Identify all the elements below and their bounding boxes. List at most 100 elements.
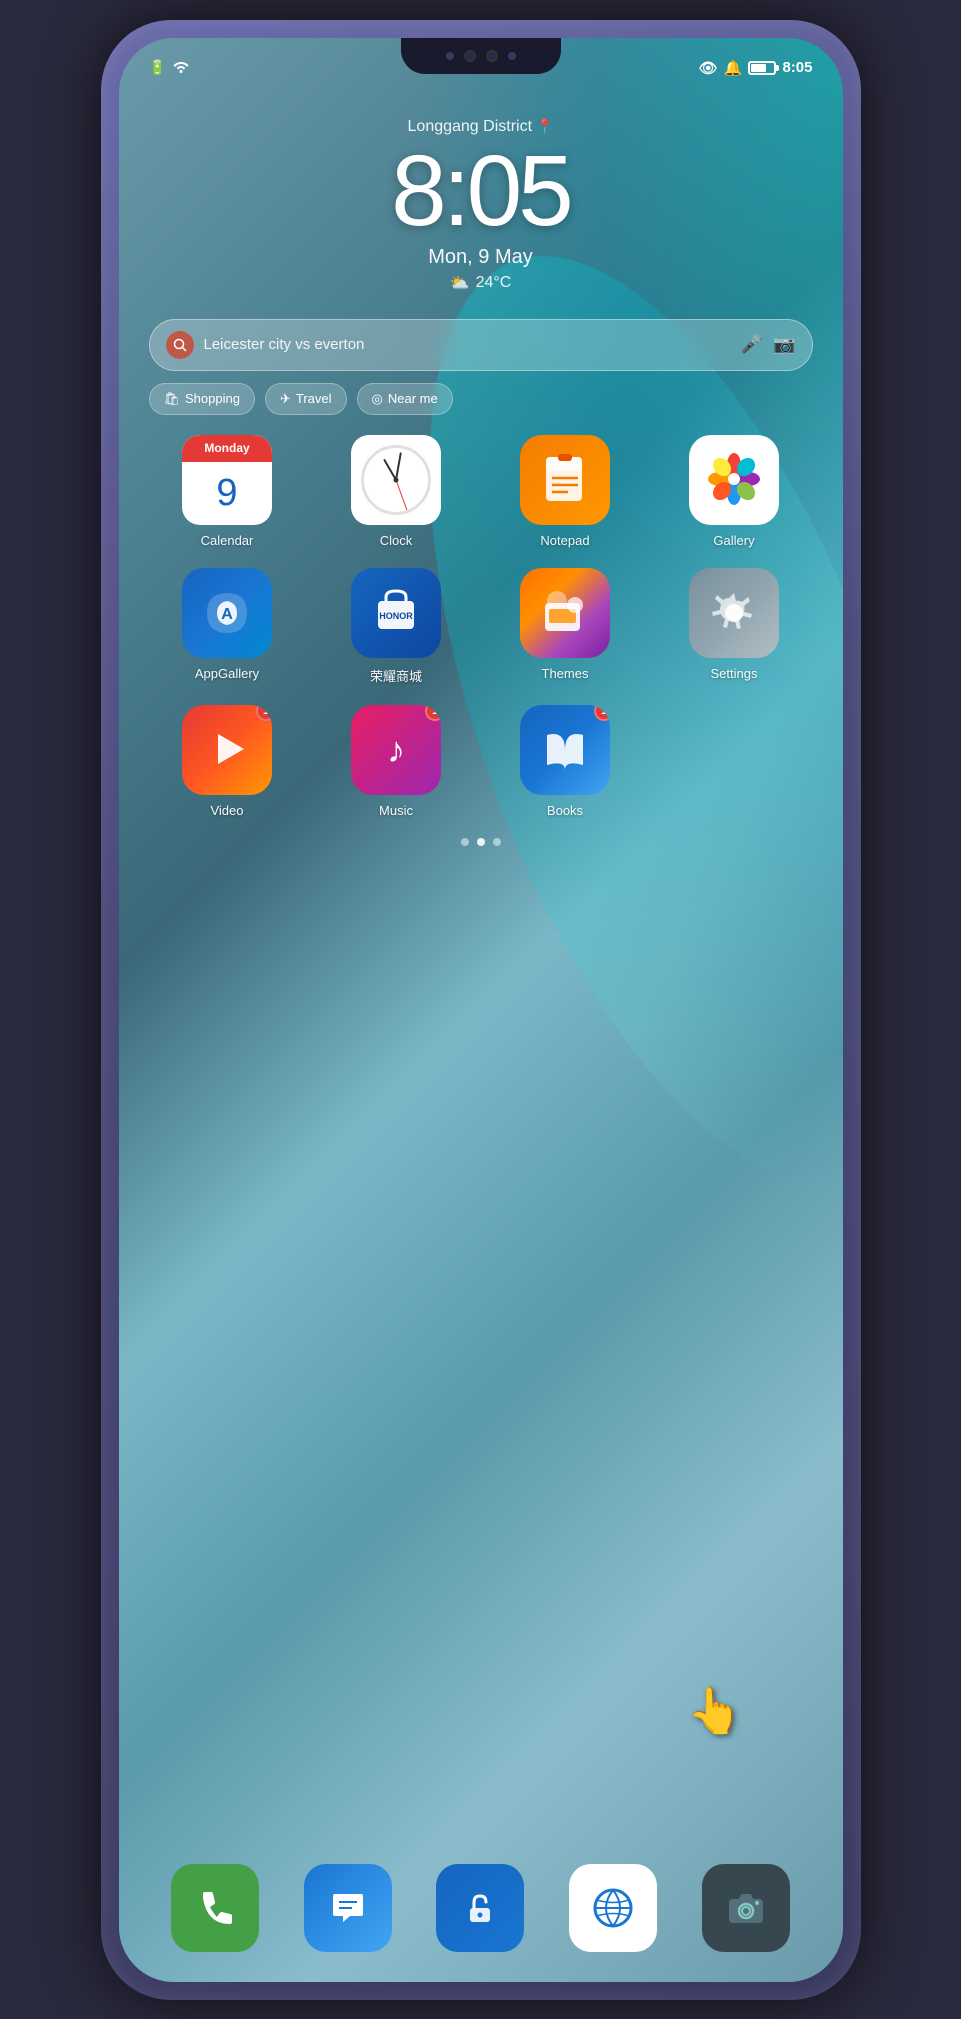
clock-second-hand <box>396 479 408 509</box>
app-item-video[interactable]: 1 Video <box>149 705 306 818</box>
page-dot-3[interactable] <box>493 838 501 846</box>
silent-icon: 🔔 <box>724 59 743 77</box>
svg-text:♪: ♪ <box>387 729 405 770</box>
location-display: Longgang District 📍 <box>149 118 813 136</box>
video-app-icon: 1 <box>182 705 272 795</box>
messages-icon <box>328 1888 368 1928</box>
page-dot-2[interactable] <box>477 838 485 846</box>
weather-display: ⛅ 24°C <box>149 273 813 293</box>
page-dot-1[interactable] <box>461 838 469 846</box>
search-icon <box>166 331 194 359</box>
app-item-settings[interactable]: Settings <box>656 568 813 685</box>
notch <box>401 38 561 74</box>
unlock-icon <box>460 1888 500 1928</box>
notch-sensor-2 <box>508 52 516 60</box>
travel-icon: ✈ <box>280 391 291 407</box>
settings-icon-svg <box>704 583 764 643</box>
gallery-app-icon <box>689 435 779 525</box>
music-app-icon: 1 ♪ <box>351 705 441 795</box>
music-label: Music <box>379 803 413 818</box>
status-time: 8:05 <box>782 59 812 76</box>
shopping-icon: 🛍 <box>164 391 181 407</box>
appgallery-app-icon: A <box>182 568 272 658</box>
calendar-icon: Monday 9 <box>182 435 272 525</box>
near-me-label: Near me <box>388 391 438 406</box>
location-pin-icon: 📍 <box>536 118 553 135</box>
quick-cat-travel[interactable]: ✈ Travel <box>265 383 347 415</box>
books-badge: 1 <box>594 705 610 721</box>
search-camera-icon[interactable]: 📷 <box>773 334 795 355</box>
settings-label: Settings <box>711 666 758 681</box>
notch-camera-2 <box>486 50 498 62</box>
weather-temp: 24°C <box>476 274 512 292</box>
quick-cat-shopping[interactable]: 🛍 Shopping <box>149 383 255 415</box>
music-badge: 1 <box>425 705 441 721</box>
themes-icon-svg <box>535 583 595 643</box>
travel-label: Travel <box>296 391 332 406</box>
phone-icon <box>195 1888 235 1928</box>
honor-shop-label: 荣耀商城 <box>370 666 422 685</box>
app-item-notepad[interactable]: Notepad <box>487 435 644 548</box>
themes-app-icon <box>520 568 610 658</box>
quick-cat-near-me[interactable]: ◎ Near me <box>357 383 453 415</box>
books-icon-svg <box>535 720 595 780</box>
app-grid-row2: A AppGallery HONOR 荣耀商城 <box>149 568 813 685</box>
video-icon-svg <box>200 722 255 777</box>
app-item-honor-shop[interactable]: HONOR 荣耀商城 <box>318 568 475 685</box>
svg-text:A: A <box>221 606 233 623</box>
svg-text:HONOR: HONOR <box>379 611 413 621</box>
app-item-appgallery[interactable]: A AppGallery <box>149 568 306 685</box>
notepad-app-icon <box>520 435 610 525</box>
themes-label: Themes <box>542 666 589 681</box>
dock-item-unlock[interactable] <box>436 1864 524 1952</box>
search-voice-icon[interactable]: 🎤 <box>741 334 763 355</box>
app-item-themes[interactable]: Themes <box>487 568 644 685</box>
dock-item-messages[interactable] <box>304 1864 392 1952</box>
app-item-books[interactable]: 1 Books <box>487 705 644 818</box>
appgallery-label: AppGallery <box>195 666 259 681</box>
battery-small-icon: 🔋 <box>149 59 166 76</box>
phone-screen: 🔋 👁 🔔 8:05 Longgang D <box>119 38 843 1982</box>
calendar-day: 9 <box>216 462 237 525</box>
app-grid-row1: Monday 9 Calendar Clo <box>149 435 813 548</box>
video-badge: 1 <box>256 705 272 721</box>
camera-icon <box>725 1887 767 1929</box>
honor-shop-app-icon: HONOR <box>351 568 441 658</box>
calendar-label: Calendar <box>201 533 254 548</box>
browser-icon <box>588 1883 638 1933</box>
shopping-label: Shopping <box>185 391 240 406</box>
clock-face <box>361 445 431 515</box>
home-content: Longgang District 📍 8:05 Mon, 9 May ⛅ 24… <box>119 98 843 846</box>
notepad-label: Notepad <box>540 533 589 548</box>
phone-device: 🔋 👁 🔔 8:05 Longgang D <box>101 20 861 2000</box>
app-item-empty <box>656 705 813 818</box>
clock-minute-hand <box>395 452 402 480</box>
weather-icon: ⛅ <box>450 273 470 293</box>
search-bar[interactable]: Leicester city vs everton 🎤 📷 <box>149 319 813 371</box>
status-right: 👁 🔔 8:05 <box>699 59 813 77</box>
app-item-calendar[interactable]: Monday 9 Calendar <box>149 435 306 548</box>
clock-label: Clock <box>380 533 413 548</box>
eye-icon: 👁 <box>699 59 718 77</box>
quick-categories: 🛍 Shopping ✈ Travel ◎ Near me <box>149 383 813 415</box>
books-label: Books <box>547 803 583 818</box>
dock-item-camera[interactable] <box>702 1864 790 1952</box>
clock-center-dot <box>394 477 399 482</box>
app-item-clock[interactable]: Clock <box>318 435 475 548</box>
app-grid-row3: 1 Video 1 ♪ Music <box>149 705 813 818</box>
notch-camera <box>464 50 476 62</box>
notch-sensor <box>446 52 454 60</box>
dock-item-browser[interactable] <box>569 1864 657 1952</box>
app-item-gallery[interactable]: Gallery <box>656 435 813 548</box>
books-app-icon: 1 <box>520 705 610 795</box>
search-query[interactable]: Leicester city vs everton <box>204 336 731 353</box>
clock-section: Longgang District 📍 8:05 Mon, 9 May ⛅ 24… <box>149 98 813 303</box>
dock-item-phone[interactable] <box>171 1864 259 1952</box>
calendar-header: Monday <box>182 435 272 462</box>
honor-shop-icon-svg: HONOR <box>366 583 426 643</box>
time-display: 8:05 <box>149 141 813 241</box>
settings-app-icon <box>689 568 779 658</box>
location-text: Longgang District <box>408 118 533 136</box>
notepad-icon-svg <box>538 452 593 507</box>
app-item-music[interactable]: 1 ♪ Music <box>318 705 475 818</box>
